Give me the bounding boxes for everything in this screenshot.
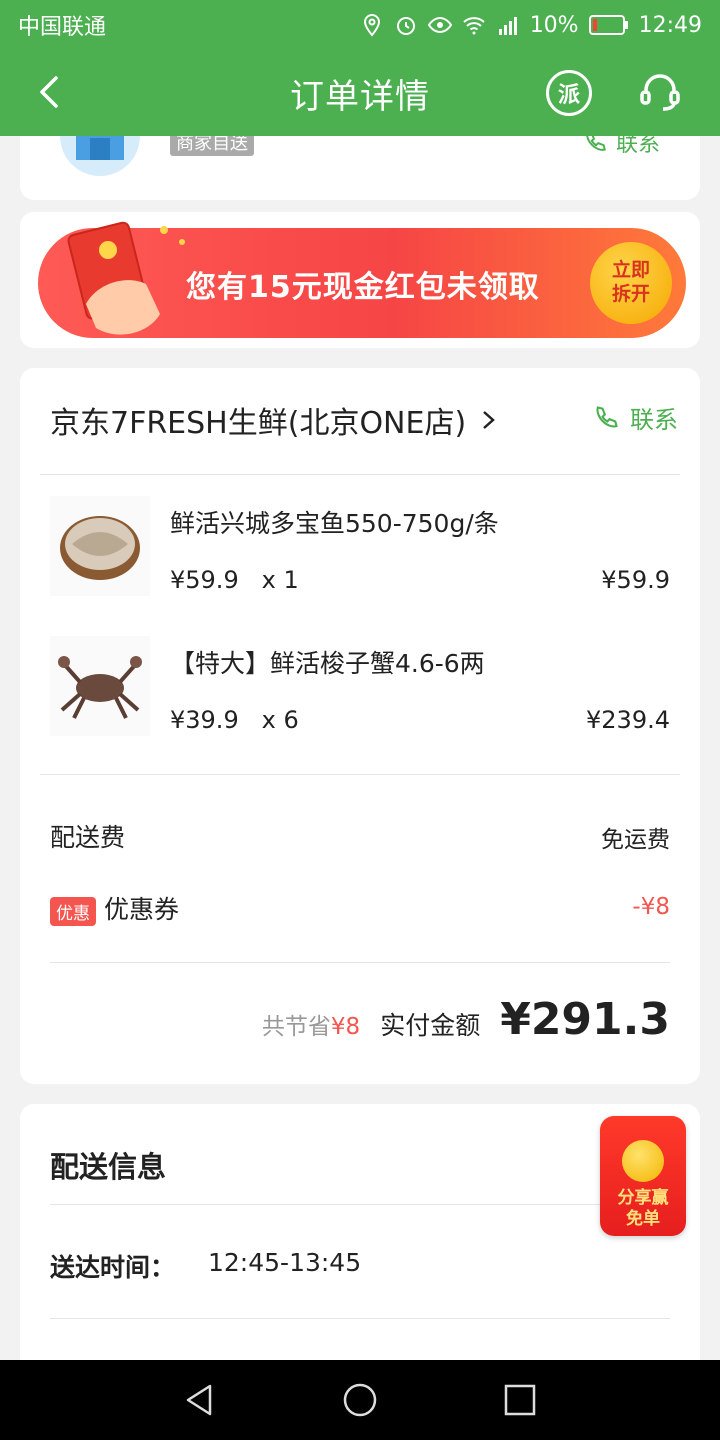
nav-home-icon[interactable]	[340, 1380, 380, 1420]
delivery-time-label: 送达时间：	[50, 1253, 176, 1282]
chevron-right-icon	[483, 411, 496, 429]
delivery-info-card: 配送信息 送达时间： 12:45-13:45	[20, 1104, 700, 1360]
divider	[50, 1318, 670, 1319]
order-item[interactable]: 【特大】鲜活梭子蟹4.6-6两 ¥39.9 x 6 ¥239.4	[50, 636, 670, 736]
pai-button[interactable]: 派	[546, 70, 592, 116]
share-line2: 免单	[626, 1209, 660, 1229]
shop-contact-label: 联系	[630, 406, 678, 434]
red-packet-banner-text: 您有15元现金红包未领取	[186, 270, 540, 305]
wifi-icon	[463, 17, 485, 35]
delivery-info-title: 配送信息	[50, 1150, 167, 1184]
nav-back-icon[interactable]	[180, 1380, 220, 1420]
item-name: 鲜活兴城多宝鱼550-750g/条	[170, 509, 499, 538]
shop-name-link[interactable]: 京东7FRESH生鲜(北京ONE店)	[50, 398, 498, 442]
delivery-fee-value: 免运费	[601, 827, 670, 853]
pai-label: 派	[557, 83, 580, 108]
coupon-badge: 优惠	[50, 896, 96, 926]
order-card: 京东7FRESH生鲜(北京ONE店) 联系 鲜活兴城多宝鱼550-750g/条 …	[20, 368, 700, 1084]
red-packet-hand-icon	[67, 221, 185, 335]
open-red-packet-button[interactable]: 立即 拆开	[590, 242, 672, 324]
coupon-label: 优惠券	[104, 895, 180, 924]
phone-icon	[596, 405, 618, 427]
swimming-crab-image	[50, 636, 150, 736]
open-button-line2: 拆开	[611, 283, 650, 305]
eye-icon	[427, 16, 452, 34]
share-line1: 分享赢	[617, 1188, 669, 1208]
paid-label: 实付金额	[380, 1011, 481, 1040]
open-button-line1: 立即	[611, 259, 650, 281]
item-quantity: x 6	[261, 706, 299, 734]
delivery-fee-label: 配送费	[50, 823, 126, 852]
divider	[50, 1204, 670, 1205]
divider	[50, 962, 670, 963]
saved-label: 共节省	[261, 1014, 331, 1040]
share-free-order-button[interactable]: 分享赢 免单	[600, 1116, 686, 1236]
turbot-fish-image	[50, 496, 150, 596]
phone-icon	[586, 136, 606, 151]
item-total-price: ¥59.9	[601, 566, 670, 594]
red-packet-banner[interactable]: 您有15元现金红包未领取 立即 拆开	[38, 221, 686, 338]
merchant-contact-button[interactable]: 联系	[582, 136, 660, 158]
title-bar: 订单详情 派	[0, 50, 720, 136]
alarm-icon	[396, 17, 415, 35]
payment-summary: 共节省¥8 实付金额 ¥291.3	[262, 994, 670, 1045]
clock: 12:49	[638, 12, 702, 38]
shop-icon	[60, 136, 140, 176]
coupon-value: -¥8	[632, 894, 670, 920]
divider	[40, 474, 680, 475]
item-total-price: ¥239.4	[586, 706, 670, 734]
saved-amount: 共节省¥8	[262, 1007, 360, 1041]
saved-value: ¥8	[330, 1014, 361, 1040]
red-packet-banner-card[interactable]: 您有15元现金红包未领取 立即 拆开	[20, 212, 700, 348]
battery-icon	[588, 15, 628, 35]
item-unit-price: ¥59.9 x 1	[170, 566, 299, 594]
divider	[40, 774, 680, 775]
signal-icon	[498, 17, 517, 35]
share-text: 分享赢 免单	[600, 1188, 686, 1230]
status-bar: 中国联通 10% 12:49	[0, 0, 720, 50]
nav-recents-icon[interactable]	[500, 1380, 540, 1420]
merchant-contact-label: 联系	[615, 136, 660, 157]
coin-icon	[622, 1140, 664, 1182]
shop-contact-button[interactable]: 联系	[592, 400, 678, 435]
unit-price-value: ¥59.9	[170, 566, 239, 594]
merchant-delivery-tag: 商家自送	[170, 136, 254, 156]
battery-percent: 10%	[529, 12, 579, 38]
order-item[interactable]: 鲜活兴城多宝鱼550-750g/条 ¥59.9 x 1 ¥59.9	[50, 496, 670, 596]
item-quantity: x 1	[261, 566, 299, 594]
location-icon	[363, 13, 380, 37]
item-unit-price: ¥39.9 x 6	[170, 706, 299, 734]
merchant-card: 商家自送 联系	[20, 136, 700, 200]
paid-amount: ¥291.3	[500, 994, 670, 1045]
coupon-row: 优惠 优惠券	[50, 890, 179, 926]
customer-service-icon[interactable]	[636, 68, 684, 116]
carrier-label: 中国联通	[18, 15, 107, 40]
page-title: 订单详情	[290, 76, 430, 117]
shop-name: 京东7FRESH生鲜(北京ONE店)	[50, 406, 467, 441]
unit-price-value: ¥39.9	[170, 706, 239, 734]
system-nav-bar	[0, 1360, 720, 1440]
item-name: 【特大】鲜活梭子蟹4.6-6两	[170, 649, 485, 678]
back-arrow-icon[interactable]	[30, 72, 70, 112]
status-icons: 10% 12:49	[360, 13, 702, 38]
delivery-time-value: 12:45-13:45	[208, 1248, 362, 1277]
